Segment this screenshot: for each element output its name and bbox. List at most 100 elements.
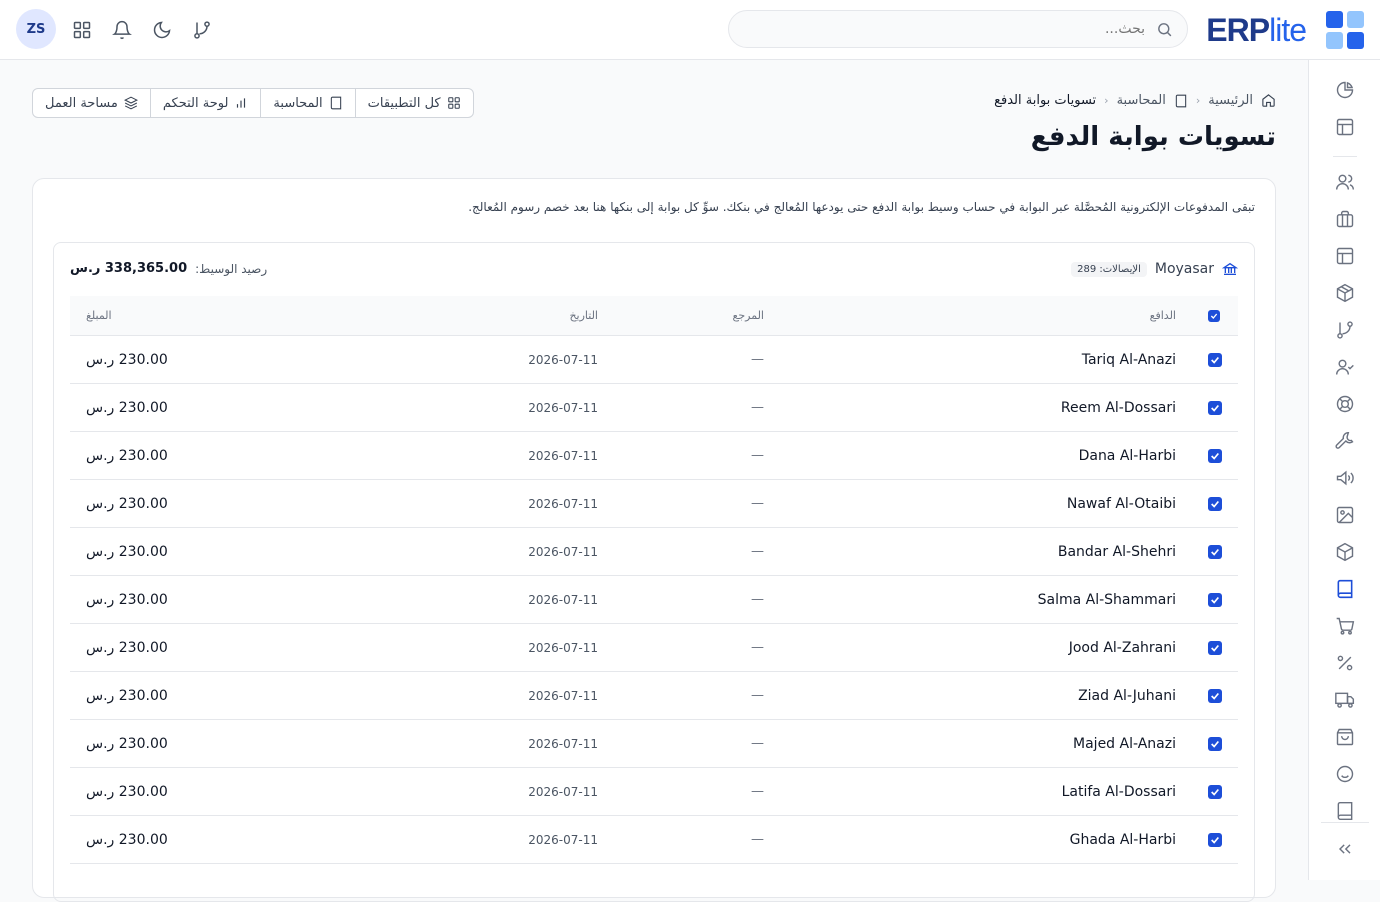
layout-icon[interactable] [1335,117,1355,137]
clearing-balance: رصيد الوسيط: 338,365.00 ر.س [70,261,267,276]
page-title: تسويات بوابة الدفع [1030,122,1276,152]
column-header-date[interactable]: التاريخ [569,296,598,335]
user-avatar[interactable]: ZS [16,9,56,49]
dashboard-button[interactable]: لوحة التحكم [151,89,262,117]
row-checkbox[interactable] [1208,736,1222,751]
date-cell: 2026-07-11 [528,448,598,463]
briefcase-icon[interactable] [1335,209,1355,229]
accounting-label: المحاسبة [273,95,323,111]
column-header-reference[interactable]: المرجع [733,296,765,335]
select-all-cell [1208,296,1222,335]
reference-cell: — [751,784,764,799]
breadcrumb-separator: ‹ [1195,94,1201,107]
table-icon[interactable] [1335,246,1355,266]
percent-icon[interactable] [1335,653,1355,673]
reference-cell: — [751,544,764,559]
search-input[interactable] [728,10,1188,48]
breadcrumb-accounting[interactable]: المحاسبة [1117,93,1166,108]
row-checkbox[interactable] [1208,688,1222,703]
table-row[interactable]: Majed Al-Anazi — 2026-07-11 230.00 ر.س [70,720,1238,768]
column-header-payer[interactable]: الدافع [1150,296,1176,335]
column-header-amount[interactable]: المبلغ [86,296,112,335]
shopping-bag-icon[interactable] [1335,727,1355,747]
smile-icon[interactable] [1335,764,1355,784]
gateway-name: Moyasar [1154,261,1214,277]
payer-cell: Tariq Al-Anazi [1081,351,1176,368]
truck-icon[interactable] [1335,690,1355,710]
table-row[interactable]: Latifa Al-Dossari — 2026-07-11 230.00 ر.س [70,768,1238,816]
git-branch-icon[interactable] [192,20,212,40]
users-icon[interactable] [1335,172,1355,192]
reference-cell: — [751,736,764,751]
table-row[interactable]: Salma Al-Shammari — 2026-07-11 230.00 ر.س [70,576,1238,624]
reference-cell: — [751,592,764,607]
box-icon[interactable] [1335,542,1355,562]
payer-cell: Majed Al-Anazi [1073,735,1176,752]
check-icon [1211,692,1219,700]
row-select-cell [1208,384,1222,431]
wrench-icon[interactable] [1335,431,1355,451]
row-checkbox[interactable] [1208,400,1222,415]
apps-grid-icon[interactable] [72,20,92,40]
amount-cell: 230.00 ر.س [86,543,168,560]
gateway-provider: Moyasar الإيصالات: 289 [1071,261,1238,277]
image-icon[interactable] [1335,505,1355,525]
payer-cell: Dana Al-Harbi [1078,447,1176,464]
lifebuoy-icon[interactable] [1335,394,1355,414]
select-all-checkbox[interactable] [1208,309,1220,322]
table-body: Tariq Al-Anazi —2026-07-11 230.00 ر.س Reem … [70,336,1238,864]
book-icon[interactable] [1335,579,1355,599]
logo-wordmark: ERPlite [1206,11,1307,49]
row-checkbox[interactable] [1208,544,1222,559]
table-row[interactable]: Dana Al-Harbi — 2026-07-11 230.00 ر.س [70,432,1238,480]
table-row[interactable]: Tariq Al-Anazi — 2026-07-11 230.00 ر.س [70,336,1238,384]
check-icon [1210,313,1218,319]
user-check-icon[interactable] [1335,357,1355,377]
table-row[interactable]: Ziad Al-Juhani — 2026-07-11 230.00 ر.س [70,672,1238,720]
table-row[interactable]: Jood Al-Zahrani — 2026-07-11 230.00 ر.س [70,624,1238,672]
moon-icon[interactable] [152,20,172,40]
home-icon [1262,94,1275,107]
package-icon[interactable] [1335,283,1355,303]
table-row[interactable]: Nawaf Al-Otaibi — 2026-07-11 230.00 ر.س [70,480,1238,528]
amount-cell: 230.00 ر.س [86,351,168,368]
row-checkbox[interactable] [1208,640,1222,655]
table-row[interactable]: Bandar Al-Shehri — 2026-07-11 230.00 ر.س [70,528,1238,576]
cart-icon[interactable] [1335,616,1355,636]
check-icon [1211,500,1219,508]
check-icon [1211,548,1219,556]
row-checkbox[interactable] [1208,832,1222,847]
check-icon [1211,596,1219,604]
git-branch-icon[interactable] [1335,320,1355,340]
amount-cell: 230.00 ر.س [86,639,168,656]
amount-cell: 230.00 ر.س [86,495,168,512]
row-checkbox[interactable] [1208,352,1222,367]
payer-cell: Jood Al-Zahrani [1068,639,1176,656]
all-apps-button[interactable]: كل التطبيقات [356,89,473,117]
row-select-cell [1208,528,1222,575]
workspace-button[interactable]: مساحة العمل [33,89,151,117]
breadcrumb-home[interactable]: الرئيسية [1208,93,1253,108]
app-logo[interactable]: ERPlite [1206,11,1364,49]
search-icon [1158,23,1172,37]
row-checkbox[interactable] [1208,496,1222,511]
megaphone-icon[interactable] [1335,468,1355,488]
pie-chart-icon[interactable] [1335,80,1355,100]
date-cell: 2026-07-11 [528,832,598,847]
collapse-icon[interactable] [1335,839,1355,859]
amount-cell: 230.00 ر.س [86,831,168,848]
row-checkbox[interactable] [1208,448,1222,463]
accounting-button[interactable]: المحاسبة [261,89,356,117]
row-checkbox[interactable] [1208,784,1222,799]
apps-grid-icon [447,97,460,109]
logo-grid-icon [1326,11,1364,49]
table-row[interactable]: Reem Al-Dossari — 2026-07-11 230.00 ر.س [70,384,1238,432]
sidebar-divider [1333,156,1357,157]
row-select-cell [1208,816,1222,863]
notebook-icon[interactable] [1335,801,1355,821]
payer-cell: Salma Al-Shammari [1037,591,1176,608]
bell-icon[interactable] [112,20,132,40]
row-checkbox[interactable] [1208,592,1222,607]
row-select-cell [1208,576,1222,623]
table-row[interactable]: Ghada Al-Harbi — 2026-07-11 230.00 ر.س [70,816,1238,864]
